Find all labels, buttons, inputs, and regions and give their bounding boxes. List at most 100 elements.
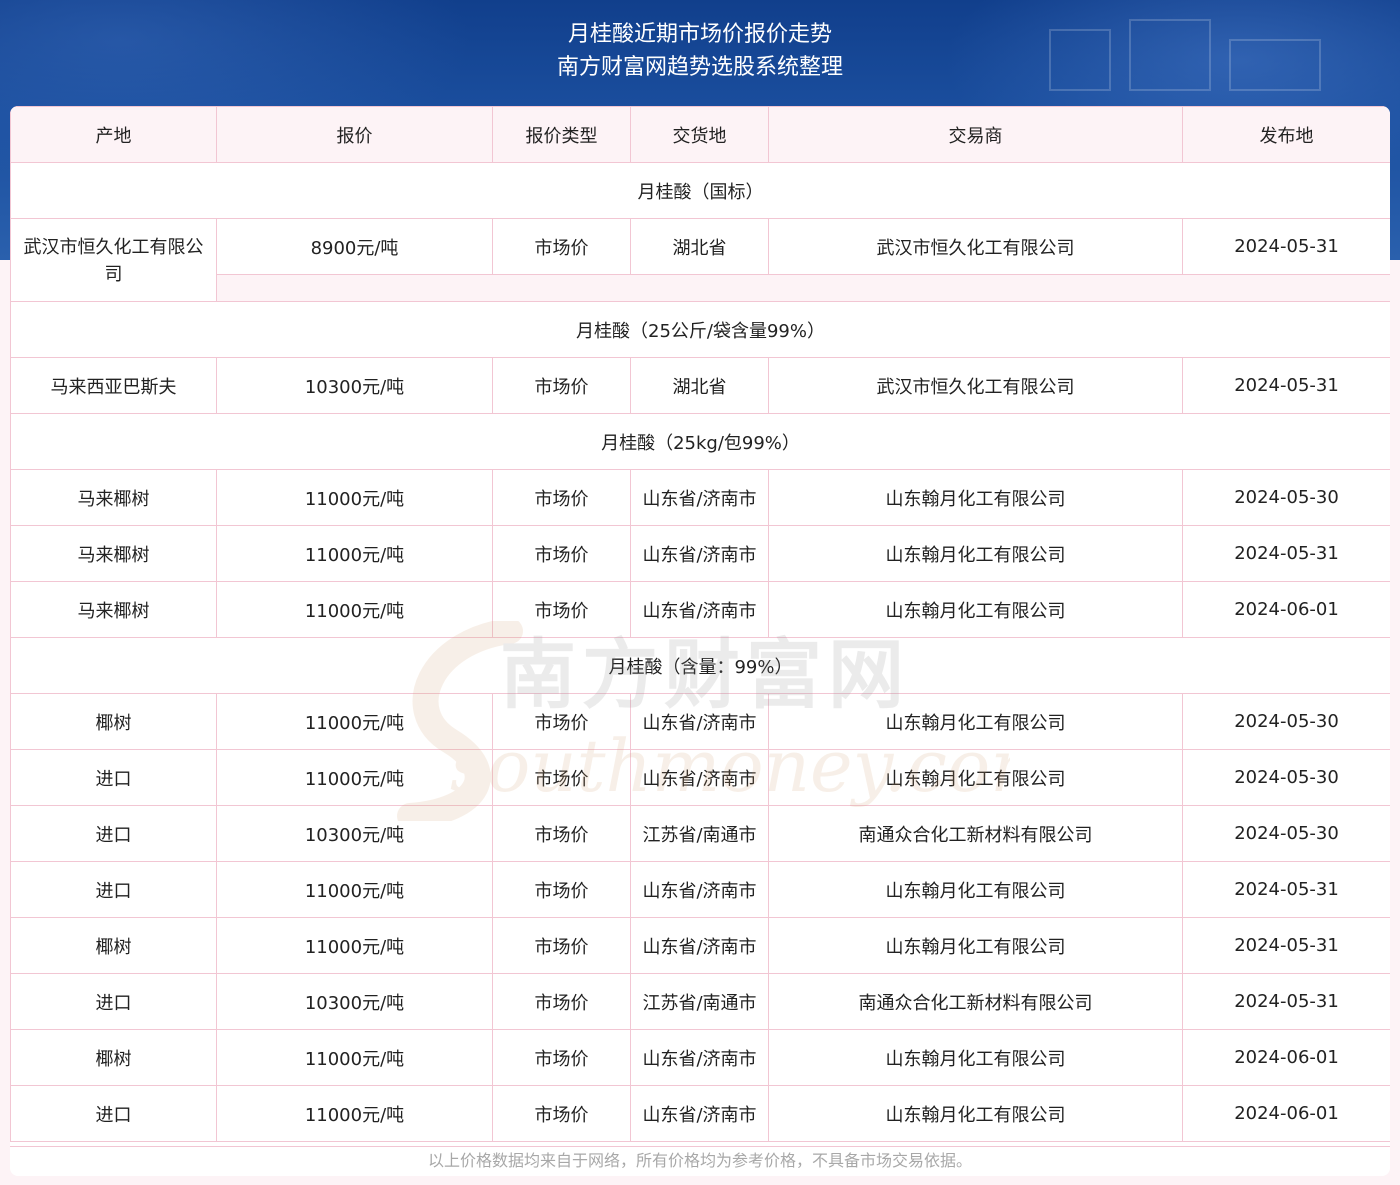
- table-row: 马来椰树 11000元/吨 市场价 山东省/济南市 山东翰月化工有限公司 202…: [10, 469, 1390, 526]
- cell-price-type: 市场价: [492, 1029, 631, 1086]
- cell-date: 2024-05-31: [1182, 357, 1390, 414]
- table-header-row: 产地 报价 报价类型 交货地 交易商 发布地: [10, 106, 1390, 163]
- cell-price-type: 市场价: [492, 749, 631, 806]
- cell-price: 11000元/吨: [216, 469, 493, 526]
- table-row: 进口 11000元/吨 市场价 山东省/济南市 山东翰月化工有限公司 2024-…: [10, 749, 1390, 806]
- cell-dealer: 山东翰月化工有限公司: [768, 693, 1183, 750]
- cell-date: 2024-06-01: [1182, 1029, 1390, 1086]
- cell-origin: 马来椰树: [10, 469, 217, 526]
- cell-dealer: 山东翰月化工有限公司: [768, 1029, 1183, 1086]
- group-header-row: 月桂酸（国标）: [10, 162, 1390, 219]
- cell-dealer: 山东翰月化工有限公司: [768, 861, 1183, 918]
- cell-dealer: 南通众合化工新材料有限公司: [768, 973, 1183, 1030]
- cell-date: 2024-05-30: [1182, 805, 1390, 862]
- table-row: 进口 10300元/吨 市场价 江苏省/南通市 南通众合化工新材料有限公司 20…: [10, 973, 1390, 1030]
- cell-price-type: 市场价: [492, 218, 631, 275]
- cell-price-type: 市场价: [492, 357, 631, 414]
- cell-date: 2024-05-31: [1182, 917, 1390, 974]
- cell-dealer: 山东翰月化工有限公司: [768, 581, 1183, 638]
- cell-origin: 进口: [10, 1085, 217, 1142]
- table-row: 进口 10300元/吨 市场价 江苏省/南通市 南通众合化工新材料有限公司 20…: [10, 805, 1390, 862]
- cell-delivery: 山东省/济南市: [630, 861, 769, 918]
- cell-dealer: 山东翰月化工有限公司: [768, 469, 1183, 526]
- cell-delivery: 江苏省/南通市: [630, 973, 769, 1030]
- cell-price: 11000元/吨: [216, 1029, 493, 1086]
- table-row: 武汉市恒久化工有限公司 8900元/吨 市场价 湖北省 武汉市恒久化工有限公司 …: [10, 218, 1390, 302]
- table-row: 马来椰树 11000元/吨 市场价 山东省/济南市 山东翰月化工有限公司 202…: [10, 525, 1390, 582]
- cell-origin: 进口: [10, 861, 217, 918]
- cell-price: 11000元/吨: [216, 861, 493, 918]
- cell-date: 2024-05-30: [1182, 469, 1390, 526]
- page-title: 月桂酸近期市场价报价走势 南方财富网趋势选股系统整理: [0, 18, 1400, 84]
- cell-price-type: 市场价: [492, 805, 631, 862]
- cell-date: 2024-05-31: [1182, 218, 1390, 275]
- title-line-2: 南方财富网趋势选股系统整理: [556, 55, 843, 80]
- table-row: 进口 11000元/吨 市场价 山东省/济南市 山东翰月化工有限公司 2024-…: [10, 861, 1390, 918]
- cell-price: 11000元/吨: [216, 749, 493, 806]
- cell-delivery: 山东省/济南市: [630, 693, 769, 750]
- cell-price-type: 市场价: [492, 469, 631, 526]
- column-header-dealer[interactable]: 交易商: [768, 106, 1183, 163]
- column-header-price-type[interactable]: 报价类型: [492, 106, 631, 163]
- cell-delivery: 山东省/济南市: [630, 1029, 769, 1086]
- cell-price-type: 市场价: [492, 581, 631, 638]
- cell-price-type: 市场价: [492, 693, 631, 750]
- cell-price: 11000元/吨: [216, 917, 493, 974]
- cell-price: 11000元/吨: [216, 581, 493, 638]
- table-row: 马来椰树 11000元/吨 市场价 山东省/济南市 山东翰月化工有限公司 202…: [10, 581, 1390, 638]
- table-row: 椰树 11000元/吨 市场价 山东省/济南市 山东翰月化工有限公司 2024-…: [10, 917, 1390, 974]
- price-table: 产地 报价 报价类型 交货地 交易商 发布地 月桂酸（国标） 武汉市恒久化工有限…: [10, 106, 1390, 1142]
- cell-dealer: 武汉市恒久化工有限公司: [768, 357, 1183, 414]
- group-name: 月桂酸（25公斤/袋含量99%）: [10, 301, 1390, 358]
- cell-dealer: 南通众合化工新材料有限公司: [768, 805, 1183, 862]
- cell-origin: 马来椰树: [10, 581, 217, 638]
- cell-delivery: 山东省/济南市: [630, 1085, 769, 1142]
- group-name: 月桂酸（25kg/包99%）: [10, 413, 1390, 470]
- cell-price-type: 市场价: [492, 917, 631, 974]
- column-header-date[interactable]: 发布地: [1182, 106, 1390, 163]
- column-header-delivery[interactable]: 交货地: [630, 106, 769, 163]
- cell-date: 2024-05-31: [1182, 861, 1390, 918]
- cell-date: 2024-06-01: [1182, 1085, 1390, 1142]
- cell-date: 2024-05-31: [1182, 525, 1390, 582]
- cell-price: 11000元/吨: [216, 525, 493, 582]
- cell-dealer: 山东翰月化工有限公司: [768, 1085, 1183, 1142]
- cell-origin: 马来椰树: [10, 525, 217, 582]
- table-row: 进口 11000元/吨 市场价 山东省/济南市 山东翰月化工有限公司 2024-…: [10, 1085, 1390, 1142]
- table-row: 椰树 11000元/吨 市场价 山东省/济南市 山东翰月化工有限公司 2024-…: [10, 693, 1390, 750]
- footer-disclaimer: 以上价格数据均来自于网络，所有价格均为参考价格，不具备市场交易依据。: [10, 1146, 1390, 1176]
- cell-date: 2024-06-01: [1182, 581, 1390, 638]
- cell-delivery: 山东省/济南市: [630, 581, 769, 638]
- cell-delivery: 江苏省/南通市: [630, 805, 769, 862]
- cell-origin: 椰树: [10, 1029, 217, 1086]
- cell-origin: 马来西亚巴斯夫: [10, 357, 217, 414]
- cell-date: 2024-05-30: [1182, 693, 1390, 750]
- table-row: 马来西亚巴斯夫 10300元/吨 市场价 湖北省 武汉市恒久化工有限公司 202…: [10, 357, 1390, 414]
- group-name: 月桂酸（国标）: [10, 162, 1390, 219]
- cell-origin: 椰树: [10, 917, 217, 974]
- cell-delivery: 山东省/济南市: [630, 917, 769, 974]
- cell-dealer: 武汉市恒久化工有限公司: [768, 218, 1183, 275]
- cell-price: 10300元/吨: [216, 805, 493, 862]
- cell-dealer: 山东翰月化工有限公司: [768, 917, 1183, 974]
- cell-origin: 椰树: [10, 693, 217, 750]
- cell-origin: 武汉市恒久化工有限公司: [10, 218, 217, 302]
- cell-date: 2024-05-31: [1182, 973, 1390, 1030]
- cell-price: 11000元/吨: [216, 693, 493, 750]
- row-spacer: [11, 274, 1390, 302]
- cell-price-type: 市场价: [492, 1085, 631, 1142]
- table-row: 椰树 11000元/吨 市场价 山东省/济南市 山东翰月化工有限公司 2024-…: [10, 1029, 1390, 1086]
- cell-price-type: 市场价: [492, 973, 631, 1030]
- column-header-price[interactable]: 报价: [216, 106, 493, 163]
- price-table-card: 产地 报价 报价类型 交货地 交易商 发布地 月桂酸（国标） 武汉市恒久化工有限…: [10, 106, 1390, 1176]
- cell-origin: 进口: [10, 749, 217, 806]
- cell-delivery: 湖北省: [630, 218, 769, 275]
- cell-price: 11000元/吨: [216, 1085, 493, 1142]
- cell-delivery: 山东省/济南市: [630, 469, 769, 526]
- cell-price-type: 市场价: [492, 525, 631, 582]
- cell-price-type: 市场价: [492, 861, 631, 918]
- cell-delivery: 山东省/济南市: [630, 749, 769, 806]
- cell-delivery: 山东省/济南市: [630, 525, 769, 582]
- spacer-cell: [216, 274, 1390, 302]
- column-header-origin[interactable]: 产地: [10, 106, 217, 163]
